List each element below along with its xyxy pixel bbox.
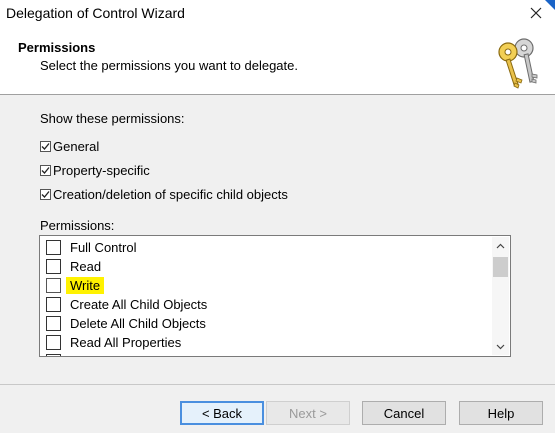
- list-item[interactable]: Write: [46, 276, 105, 294]
- scroll-up-button[interactable]: [492, 237, 509, 254]
- delete-all-child-objects-checkbox[interactable]: [46, 315, 61, 331]
- scroll-down-button[interactable]: [492, 338, 509, 355]
- general-label: General: [53, 138, 100, 154]
- list-item[interactable]: Create All Child Objects: [46, 295, 207, 313]
- property-specific-checkbox[interactable]: [40, 164, 51, 176]
- vertical-scrollbar[interactable]: [492, 237, 509, 355]
- option-general[interactable]: General: [40, 138, 99, 154]
- check-icon: [41, 166, 50, 174]
- page-subtitle: Select the permissions you want to deleg…: [40, 58, 298, 73]
- property-specific-label: Property-specific: [53, 162, 150, 178]
- full-control-checkbox[interactable]: [46, 239, 61, 255]
- show-permissions-label: Show these permissions:: [40, 111, 185, 126]
- list-item-partial[interactable]: [46, 352, 70, 356]
- footer-divider: [0, 384, 555, 385]
- list-item-label: Write: [66, 276, 105, 294]
- list-item-label: Full Control: [70, 239, 137, 255]
- option-creation-deletion[interactable]: Creation/deletion of specific child obje…: [40, 186, 288, 202]
- list-item-label: Create All Child Objects: [70, 296, 208, 312]
- list-item[interactable]: Read: [46, 257, 101, 275]
- list-item-label: Delete All Child Objects: [70, 315, 206, 331]
- help-button[interactable]: Help: [459, 401, 543, 425]
- page-title: Permissions: [18, 40, 96, 55]
- creation-deletion-label: Creation/deletion of specific child obje…: [53, 186, 288, 202]
- cancel-button[interactable]: Cancel: [362, 401, 446, 425]
- chevron-up-icon: [496, 243, 505, 248]
- list-item-label: Read All Properties: [70, 334, 182, 350]
- permissions-listbox[interactable]: Full Control Read Write Create All Child…: [39, 235, 511, 357]
- create-all-child-objects-checkbox[interactable]: [46, 296, 61, 312]
- wizard-header: Permissions Select the permissions you w…: [0, 26, 555, 95]
- list-item[interactable]: Delete All Child Objects: [46, 314, 206, 332]
- permissions-label: Permissions:: [40, 218, 115, 233]
- list-item[interactable]: Read All Properties: [46, 333, 181, 351]
- window-title: Delegation of Control Wizard: [6, 5, 185, 21]
- check-icon: [41, 190, 50, 198]
- chevron-down-icon: [496, 344, 505, 349]
- option-property-specific[interactable]: Property-specific: [40, 162, 150, 178]
- read-checkbox[interactable]: [46, 258, 61, 274]
- write-checkbox[interactable]: [46, 277, 61, 293]
- list-item-label: Read: [70, 258, 102, 274]
- keys-icon: [498, 38, 538, 89]
- general-checkbox[interactable]: [40, 140, 51, 152]
- check-icon: [41, 142, 50, 150]
- title-bar: Delegation of Control Wizard: [0, 0, 555, 26]
- back-button[interactable]: < Back: [180, 401, 264, 425]
- list-item[interactable]: Full Control: [46, 238, 136, 256]
- close-icon: [530, 7, 542, 19]
- window-corner-accent: [545, 0, 555, 10]
- creation-deletion-checkbox[interactable]: [40, 188, 51, 200]
- scroll-thumb[interactable]: [493, 257, 508, 277]
- partial-row-checkbox[interactable]: [46, 353, 61, 356]
- next-button[interactable]: Next >: [266, 401, 350, 425]
- read-all-properties-checkbox[interactable]: [46, 334, 61, 350]
